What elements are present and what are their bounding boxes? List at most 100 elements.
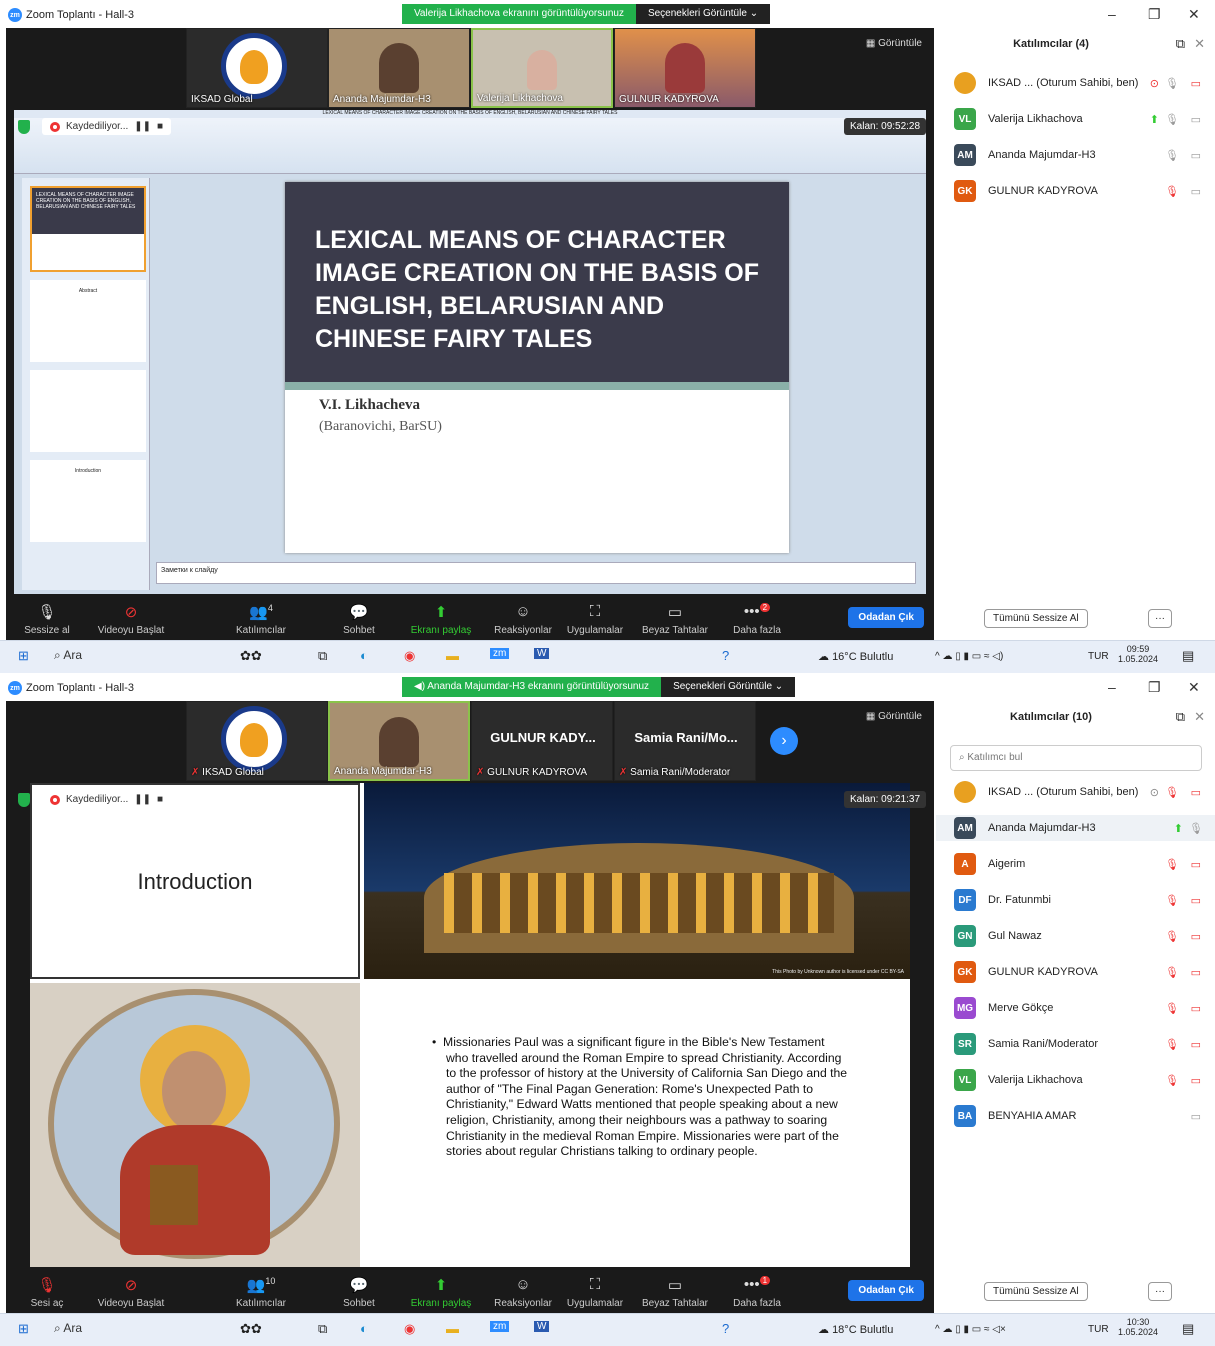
microphone-muted-icon[interactable]: 🎙 <box>1165 786 1179 799</box>
video-off-icon[interactable]: ▭ <box>1191 894 1201 907</box>
microphone-muted-icon[interactable]: 🎙 <box>1165 858 1179 871</box>
video-thumb[interactable]: ✗ IKSAD Global <box>186 701 328 781</box>
folder-icon[interactable]: ▬ <box>446 648 459 663</box>
reactions-button[interactable]: ☺ Reaksiyonlar <box>488 603 558 636</box>
help-icon[interactable]: ? <box>722 1321 729 1336</box>
pause-icon[interactable]: ❚❚ <box>134 794 151 805</box>
microphone-muted-icon[interactable]: 🎙 <box>1165 894 1179 907</box>
weather-widget[interactable]: ☁ 18°C Bulutlu <box>818 1323 893 1336</box>
whiteboard-button[interactable]: ▭ Beyaz Tahtalar <box>640 603 710 636</box>
microphone-muted-icon[interactable]: 🎙 <box>1165 1074 1179 1087</box>
task-view-icon[interactable]: ⧉ <box>318 1321 327 1337</box>
leave-button[interactable]: Odadan Çık <box>848 607 924 628</box>
zoom-app-icon[interactable]: zm <box>490 648 510 659</box>
close-button[interactable]: ✕ <box>1188 6 1200 23</box>
apps-button[interactable]: ⛶ Uygulamalar <box>560 1276 630 1309</box>
task-view-icon[interactable]: ⧉ <box>318 648 327 664</box>
video-off-icon[interactable]: ▭ <box>1191 77 1201 90</box>
unmute-button[interactable]: 🎙 Sesi aç <box>12 1276 82 1309</box>
more-options-button[interactable]: ··· <box>1148 1282 1172 1301</box>
word-icon[interactable]: W <box>534 648 550 659</box>
microphone-muted-icon[interactable]: 🎙 <box>1165 966 1179 979</box>
video-thumb[interactable]: GULNUR KADY... ✗ GULNUR KADYROVA <box>471 701 613 781</box>
microphone-muted-icon[interactable]: 🎙 <box>1165 185 1179 198</box>
microphone-icon[interactable]: 🎙 <box>1165 77 1179 90</box>
participants-button[interactable]: 👥4 Katılımcılar <box>226 603 296 636</box>
microphone-muted-icon[interactable]: 🎙 <box>1165 930 1179 943</box>
microphone-muted-icon[interactable]: 🎙 <box>1165 1038 1179 1051</box>
restore-button[interactable]: ❐ <box>1148 6 1161 23</box>
system-tray-icons[interactable]: ^ ☁ ▯ ▮ ▭ ≈ ◁) <box>935 651 1003 662</box>
more-options-button[interactable]: ··· <box>1148 609 1172 628</box>
popout-icon[interactable]: ⧉ <box>1176 36 1185 52</box>
more-button[interactable]: ••• 1 Daha fazla <box>722 1276 792 1309</box>
share-screen-button[interactable]: ⬆ Ekranı paylaş <box>406 603 476 636</box>
participant-row[interactable]: BA BENYAHIA AMAR ▭ <box>954 1103 1209 1129</box>
chrome-icon[interactable]: ◉ <box>404 1321 415 1337</box>
chat-button[interactable]: 💬 Sohbet <box>324 1276 394 1309</box>
participant-row[interactable]: MG Merve Gökçe 🎙 ▭ <box>954 995 1209 1021</box>
zoom-app-icon[interactable]: zm <box>490 1321 510 1332</box>
participant-row-highlighted[interactable]: AM Ananda Majumdar-H3 ⬆ 🎙 <box>936 815 1215 841</box>
participant-row[interactable]: DF Dr. Fatunmbi 🎙 ▭ <box>954 887 1209 913</box>
gallery-view-button[interactable]: ▦ Görüntüle <box>866 711 922 722</box>
pause-icon[interactable]: ❚❚ <box>134 121 151 132</box>
minimize-button[interactable]: – <box>1108 679 1116 695</box>
video-thumb[interactable]: Ananda Majumdar-H3 <box>328 28 470 108</box>
video-off-icon[interactable]: ▭ <box>1191 930 1201 943</box>
clock[interactable]: 09:59 1.05.2024 <box>1118 644 1158 664</box>
windows-start-icon[interactable]: ⊞ <box>18 1321 29 1337</box>
notifications-icon[interactable]: ▤ <box>1182 1321 1194 1337</box>
participant-row[interactable]: VL Valerija Likhachova 🎙 ▭ <box>954 1067 1209 1093</box>
participant-row[interactable]: GK GULNUR KADYROVA 🎙 ▭ <box>954 959 1209 985</box>
video-thumb[interactable]: GULNUR KADYROVA <box>614 28 756 108</box>
start-video-button[interactable]: ⊘ Videoyu Başlat <box>96 1276 166 1309</box>
participant-row[interactable]: IKSAD ... (Oturum Sahibi, ben) ⊙ 🎙 ▭ <box>954 779 1209 805</box>
participant-row[interactable]: GK GULNUR KADYROVA 🎙 ▭ <box>954 178 1209 204</box>
microphone-muted-icon[interactable]: 🎙 <box>1165 1002 1179 1015</box>
clock[interactable]: 10:30 1.05.2024 <box>1118 1317 1158 1337</box>
folder-icon[interactable]: ▬ <box>446 1321 459 1336</box>
word-icon[interactable]: W <box>534 1321 550 1332</box>
microphone-icon[interactable]: 🎙 <box>1165 149 1179 162</box>
participants-button[interactable]: 👥10 Katılımcılar <box>226 1276 296 1309</box>
more-button[interactable]: ••• 2 Daha fazla <box>722 603 792 636</box>
language-indicator[interactable]: TUR <box>1088 1324 1109 1335</box>
slide-thumb[interactable] <box>30 370 146 452</box>
help-icon[interactable]: ? <box>722 648 729 663</box>
gallery-view-button[interactable]: ▦ Görüntüle <box>866 38 922 49</box>
video-icon[interactable]: ▭ <box>1191 1110 1201 1123</box>
video-icon[interactable]: ▭ <box>1191 185 1201 198</box>
video-icon[interactable]: ▭ <box>1191 149 1201 162</box>
restore-button[interactable]: ❐ <box>1148 679 1161 696</box>
video-off-icon[interactable]: ▭ <box>1191 1074 1201 1087</box>
notifications-icon[interactable]: ▤ <box>1182 648 1194 664</box>
video-off-icon[interactable]: ▭ <box>1191 966 1201 979</box>
mute-all-button[interactable]: Tümünü Sessize Al <box>984 609 1088 628</box>
view-options-button[interactable]: Seçenekleri Görüntüle ⌄ <box>635 4 771 24</box>
start-video-button[interactable]: ⊘ Videoyu Başlat <box>96 603 166 636</box>
stop-icon[interactable]: ■ <box>157 794 163 805</box>
mute-button[interactable]: 🎙 Sessize al <box>12 603 82 636</box>
video-thumb[interactable]: Samia Rani/Mo... ✗ Samia Rani/Moderator <box>614 701 756 781</box>
windows-start-icon[interactable]: ⊞ <box>18 648 29 664</box>
slide-thumb[interactable]: Introduction <box>30 460 146 542</box>
video-off-icon[interactable]: ▭ <box>1191 858 1201 871</box>
view-options-button[interactable]: Seçenekleri Görüntüle ⌄ <box>661 677 796 697</box>
weather-widget[interactable]: ☁ 16°C Bulutlu <box>818 650 893 663</box>
close-icon[interactable]: ✕ <box>1194 709 1205 725</box>
video-thumb-active[interactable]: Ananda Majumdar-H3 <box>328 701 470 781</box>
participant-row[interactable]: GN Gul Nawaz 🎙 ▭ <box>954 923 1209 949</box>
participant-row[interactable]: AM Ananda Majumdar-H3 🎙 ▭ <box>954 142 1209 168</box>
mute-all-button[interactable]: Tümünü Sessize Al <box>984 1282 1088 1301</box>
whiteboard-button[interactable]: ▭ Beyaz Tahtalar <box>640 1276 710 1309</box>
video-off-icon[interactable]: ▭ <box>1191 1038 1201 1051</box>
slide-notes[interactable]: Заметки к слайду <box>156 562 916 584</box>
apps-button[interactable]: ⛶ Uygulamalar <box>560 603 630 636</box>
chat-button[interactable]: 💬 Sohbet <box>324 603 394 636</box>
next-page-button[interactable]: › <box>770 727 798 755</box>
popout-icon[interactable]: ⧉ <box>1176 709 1185 725</box>
participant-row[interactable]: IKSAD ... (Oturum Sahibi, ben) ⊙ 🎙 ▭ <box>954 70 1209 96</box>
recording-indicator[interactable]: Kaydediliyor... ❚❚ ■ <box>42 118 172 135</box>
leave-button[interactable]: Odadan Çık <box>848 1280 924 1301</box>
